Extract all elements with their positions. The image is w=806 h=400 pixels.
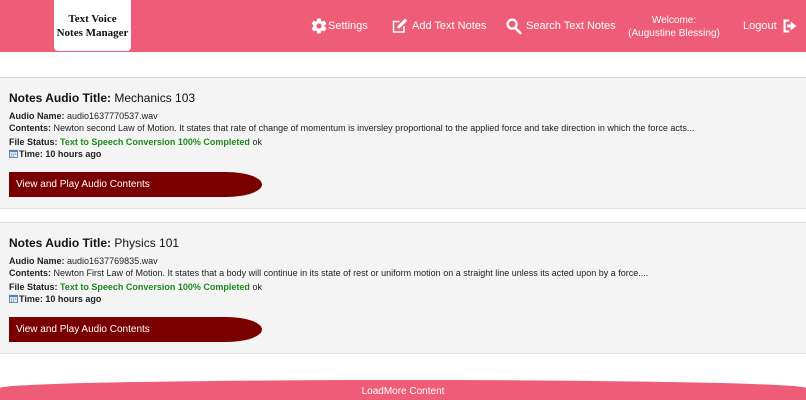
note-title: Notes Audio Title: Mechanics 103 bbox=[9, 91, 195, 105]
nav-add-text-notes[interactable]: Add Text Notes bbox=[390, 0, 486, 52]
nav-settings[interactable]: Settings bbox=[310, 0, 368, 52]
note-title-value: Physics 101 bbox=[114, 236, 180, 250]
file-status-extra: ok bbox=[252, 282, 262, 292]
note-audio-name: Audio Name: audio1637770537.wav bbox=[9, 111, 158, 121]
time-value: 10 hours ago bbox=[45, 294, 102, 304]
calendar-icon bbox=[9, 294, 18, 303]
note-title-value: Mechanics 103 bbox=[114, 91, 196, 105]
file-status-extra: ok bbox=[252, 137, 262, 147]
note-card: Notes Audio Title: Mechanics 103 Audio N… bbox=[0, 77, 806, 209]
calendar-icon bbox=[9, 149, 18, 158]
welcome-user: Welcome: (Augustine Blessing) bbox=[628, 14, 720, 40]
note-contents: Contents: Newton First Law of Motion. It… bbox=[9, 268, 648, 278]
note-time: Time: 10 hours ago bbox=[9, 149, 101, 159]
view-play-audio-button[interactable]: View and Play Audio Contents bbox=[9, 317, 262, 342]
audio-name-value: audio1637770537.wav bbox=[67, 111, 158, 121]
view-play-audio-button[interactable]: View and Play Audio Contents bbox=[9, 172, 262, 197]
note-file-status: File Status: Text to Speech Conversion 1… bbox=[9, 282, 262, 292]
contents-value: Newton First Law of Motion. It states th… bbox=[53, 268, 649, 278]
audio-name-label: Audio Name: bbox=[9, 111, 65, 121]
note-title-label: Notes Audio Title: bbox=[9, 91, 111, 105]
logo-line-1: Text Voice bbox=[68, 12, 117, 25]
load-more-button[interactable]: LoadMore Content bbox=[0, 380, 806, 400]
audio-name-label: Audio Name: bbox=[9, 256, 65, 266]
nav-search-text-notes[interactable]: Search Text Notes bbox=[505, 0, 616, 52]
audio-name-value: audio1637769835.wav bbox=[67, 256, 158, 266]
welcome-label: Welcome: bbox=[651, 15, 697, 26]
gear-icon bbox=[311, 18, 327, 34]
time-label: Time: bbox=[19, 294, 43, 304]
contents-value: Newton second Law of Motion. It states t… bbox=[53, 123, 695, 133]
note-title-label: Notes Audio Title: bbox=[9, 236, 111, 250]
contents-label: Contents: bbox=[9, 268, 51, 278]
nav-settings-label: Settings bbox=[328, 20, 368, 32]
time-label: Time: bbox=[19, 149, 43, 159]
nav-logout[interactable]: Logout bbox=[743, 0, 799, 52]
top-navbar: Text Voice Notes Manager Settings Add Te… bbox=[0, 0, 806, 52]
nav-add-label: Add Text Notes bbox=[412, 20, 487, 32]
note-title: Notes Audio Title: Physics 101 bbox=[9, 236, 179, 250]
welcome-username: (Augustine Blessing) bbox=[628, 28, 720, 39]
file-status-value: Text to Speech Conversion 100% Completed bbox=[60, 282, 250, 292]
note-time: Time: 10 hours ago bbox=[9, 294, 101, 304]
file-status-label: File Status: bbox=[9, 282, 58, 292]
edit-icon bbox=[392, 18, 407, 33]
note-audio-name: Audio Name: audio1637769835.wav bbox=[9, 256, 158, 266]
search-icon bbox=[506, 18, 522, 35]
nav-logout-label: Logout bbox=[743, 20, 777, 32]
file-status-value: Text to Speech Conversion 100% Completed bbox=[60, 137, 250, 147]
sign-out-icon bbox=[783, 19, 797, 33]
note-contents: Contents: Newton second Law of Motion. I… bbox=[9, 123, 694, 133]
time-value: 10 hours ago bbox=[45, 149, 102, 159]
contents-label: Contents: bbox=[9, 123, 51, 133]
file-status-label: File Status: bbox=[9, 137, 58, 147]
note-card: Notes Audio Title: Physics 101 Audio Nam… bbox=[0, 222, 806, 354]
nav-search-label: Search Text Notes bbox=[526, 20, 616, 32]
logo-line-2: Notes Manager bbox=[56, 26, 129, 39]
note-file-status: File Status: Text to Speech Conversion 1… bbox=[9, 137, 262, 147]
app-logo[interactable]: Text Voice Notes Manager bbox=[54, 0, 131, 51]
